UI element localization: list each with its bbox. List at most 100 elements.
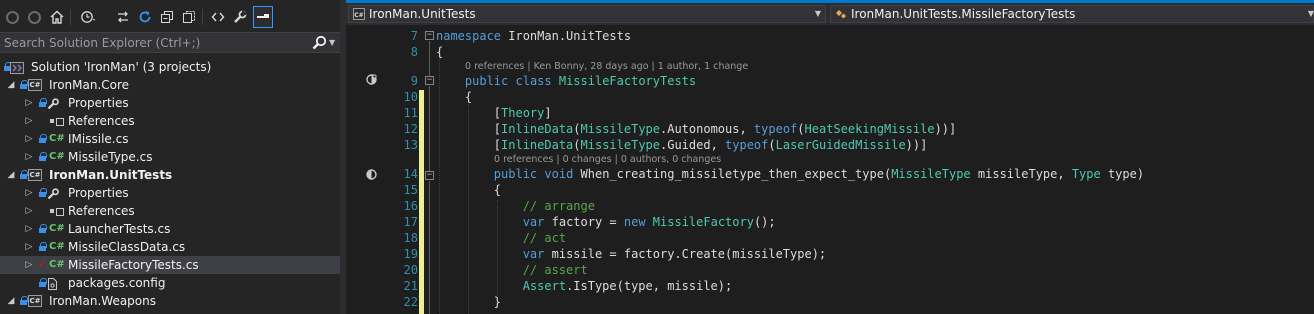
expanded-arrow-icon[interactable]: ◢: [6, 166, 16, 184]
code-token: .Guided,: [660, 138, 726, 152]
show-all-files-icon[interactable]: [179, 6, 199, 28]
code-token: namespace: [436, 29, 502, 43]
tree-item-file[interactable]: ▷ C# MissileClassData.cs: [0, 238, 340, 256]
line-number: 18: [403, 231, 418, 245]
line-number: 21: [403, 279, 418, 293]
references-icon: [50, 207, 64, 216]
tree-item-project-core[interactable]: ◢ C# IronMan.Core: [0, 76, 340, 94]
fold-line: [429, 181, 430, 314]
back-icon[interactable]: [2, 6, 22, 28]
home-icon[interactable]: [47, 6, 67, 28]
type-dropdown-label: IronMan.UnitTests.MissileFactoryTests: [851, 7, 1076, 21]
tree-item-properties[interactable]: ▷ Properties: [0, 94, 340, 112]
line-number: 10: [403, 90, 418, 104]
tree-item-file[interactable]: ▷ C# IMissile.cs: [0, 130, 340, 148]
code-line: [InlineData(MissileType.Autonomous, type…: [436, 122, 956, 136]
wrench-icon[interactable]: [230, 6, 250, 28]
line-number: 17: [403, 215, 418, 229]
search-options-dropdown-icon[interactable]: ▼: [329, 35, 339, 51]
collapsed-arrow-icon[interactable]: ▷: [24, 220, 34, 238]
history-icon[interactable]: [78, 6, 98, 28]
navigation-bar: C# IronMan.UnitTests ▼ IronMan.UnitTests…: [346, 3, 1314, 25]
expanded-arrow-icon[interactable]: ◢: [6, 292, 16, 310]
type-dropdown[interactable]: IronMan.UnitTests.MissileFactoryTests ▼: [830, 5, 1314, 23]
tree-item-project-weapons[interactable]: ◢ C# IronMan.Weapons: [0, 292, 340, 310]
code-line: var factory = new MissileFactory();: [436, 215, 776, 229]
forward-icon[interactable]: [24, 6, 44, 28]
code-token: MissileFactory: [652, 215, 754, 229]
code-token: missile = factory.Create(missileType);: [544, 247, 827, 261]
tree-item-properties[interactable]: ▷ Properties: [0, 184, 340, 202]
solution-tree: Solution 'IronMan' (3 projects) ◢ C# Iro…: [0, 58, 340, 310]
tree-item-label: IronMan.Core: [49, 78, 130, 92]
search-input[interactable]: [4, 35, 304, 51]
code-token: HeatSeekingMissile: [804, 122, 935, 136]
collapsed-arrow-icon[interactable]: ▷: [24, 184, 34, 202]
collapse-region-icon[interactable]: −: [425, 76, 434, 85]
code-token: public: [493, 167, 538, 181]
line-number: 20: [403, 263, 418, 277]
sync-icon[interactable]: [113, 6, 133, 28]
chevron-down-icon: ▼: [1307, 9, 1314, 18]
project-dropdown-label: IronMan.UnitTests: [369, 7, 476, 21]
collapse-region-icon[interactable]: −: [425, 171, 434, 180]
code-line: }: [436, 295, 501, 309]
lock-icon: [20, 170, 28, 179]
collapse-all-icon[interactable]: [157, 6, 177, 28]
collapsed-arrow-icon[interactable]: ▷: [24, 238, 34, 256]
code-area[interactable]: − − − 7 8 9 10 11 12 13 14 15 16 17 18 1…: [346, 26, 1314, 314]
code-line: public class MissileFactoryTests: [436, 74, 696, 88]
line-number: 13: [403, 138, 418, 152]
tree-item-label: Properties: [68, 186, 129, 200]
code-token: factory =: [544, 215, 624, 229]
refresh-icon[interactable]: [135, 6, 155, 28]
codelens-class[interactable]: 0 references | Ken Bonny, 28 days ago | …: [465, 61, 748, 72]
line-number: 12: [403, 122, 418, 136]
lock-icon: [39, 98, 47, 107]
code-line: Assert.IsType(type, missile);: [436, 279, 733, 293]
collapse-region-icon[interactable]: −: [425, 31, 434, 40]
line-number: 22: [403, 295, 418, 309]
collapsed-arrow-icon[interactable]: ▷: [24, 202, 34, 220]
tree-item-label: MissileClassData.cs: [68, 240, 186, 254]
collapsed-arrow-icon[interactable]: ▷: [24, 130, 34, 148]
view-code-icon[interactable]: [208, 6, 228, 28]
code-token: public: [464, 74, 509, 88]
code-token: typeof: [725, 138, 769, 152]
collapsed-arrow-icon[interactable]: ▷: [24, 256, 34, 274]
tree-item-references[interactable]: ▷ References: [0, 112, 340, 130]
preview-selected-icon[interactable]: [253, 6, 273, 28]
codelens-method[interactable]: 0 references | 0 changes | 0 authors, 0 …: [494, 154, 721, 165]
collapsed-arrow-icon[interactable]: ▷: [24, 148, 34, 166]
lock-icon: [39, 152, 47, 161]
project-dropdown[interactable]: C# IronMan.UnitTests ▼: [348, 5, 826, 23]
tree-item-file[interactable]: packages.config: [0, 274, 340, 292]
tree-item-label: IMissile.cs: [68, 132, 129, 146]
csharp-project-icon: C#: [28, 169, 42, 181]
tree-item-file[interactable]: ▷ C# MissileType.cs: [0, 148, 340, 166]
tree-item-file-selected[interactable]: ▷ ✓ C# MissileFactoryTests.cs: [0, 256, 340, 274]
code-token: ))]: [934, 122, 957, 136]
tree-item-project-unittests[interactable]: ◢ C# IronMan.UnitTests: [0, 166, 340, 184]
tree-item-references[interactable]: ▷ References: [0, 202, 340, 220]
tree-item-file[interactable]: ▷ C# LauncherTests.cs: [0, 220, 340, 238]
lock-icon: [39, 242, 47, 251]
code-token: var: [522, 247, 545, 261]
tree-item-solution[interactable]: Solution 'IronMan' (3 projects): [0, 58, 340, 76]
tree-item-label: LauncherTests.cs: [68, 222, 171, 236]
tree-item-label: IronMan.Weapons: [49, 294, 156, 308]
solution-explorer-search: ▼: [0, 32, 340, 53]
code-token: }: [436, 295, 502, 309]
code-token: MissileFactoryTests: [558, 74, 697, 88]
search-icon[interactable]: [311, 35, 329, 51]
class-icon: [835, 8, 847, 20]
collapsed-arrow-icon[interactable]: ▷: [24, 94, 34, 112]
line-number: 15: [403, 183, 418, 197]
collapsed-arrow-icon[interactable]: ▷: [24, 112, 34, 130]
expanded-arrow-icon[interactable]: ◢: [6, 76, 16, 94]
